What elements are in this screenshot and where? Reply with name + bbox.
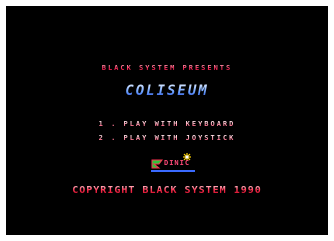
presents-text: BLACK SYSTEM PRESENTS	[6, 64, 328, 72]
logo-text: DINIC	[164, 159, 191, 167]
menu-option-keyboard[interactable]: 1 . PLAY WITH KEYBOARD	[6, 120, 328, 128]
game-title: COLISEUM	[6, 83, 328, 99]
copyright-text: COPYRIGHT BLACK SYSTEM 1990	[6, 185, 328, 196]
menu-option-joystick[interactable]: 2 . PLAY WITH JOYSTICK	[6, 134, 328, 142]
dinic-logo: DINIC	[149, 152, 199, 174]
game-screen: BLACK SYSTEM PRESENTS COLISEUM 1 . PLAY …	[6, 6, 328, 235]
